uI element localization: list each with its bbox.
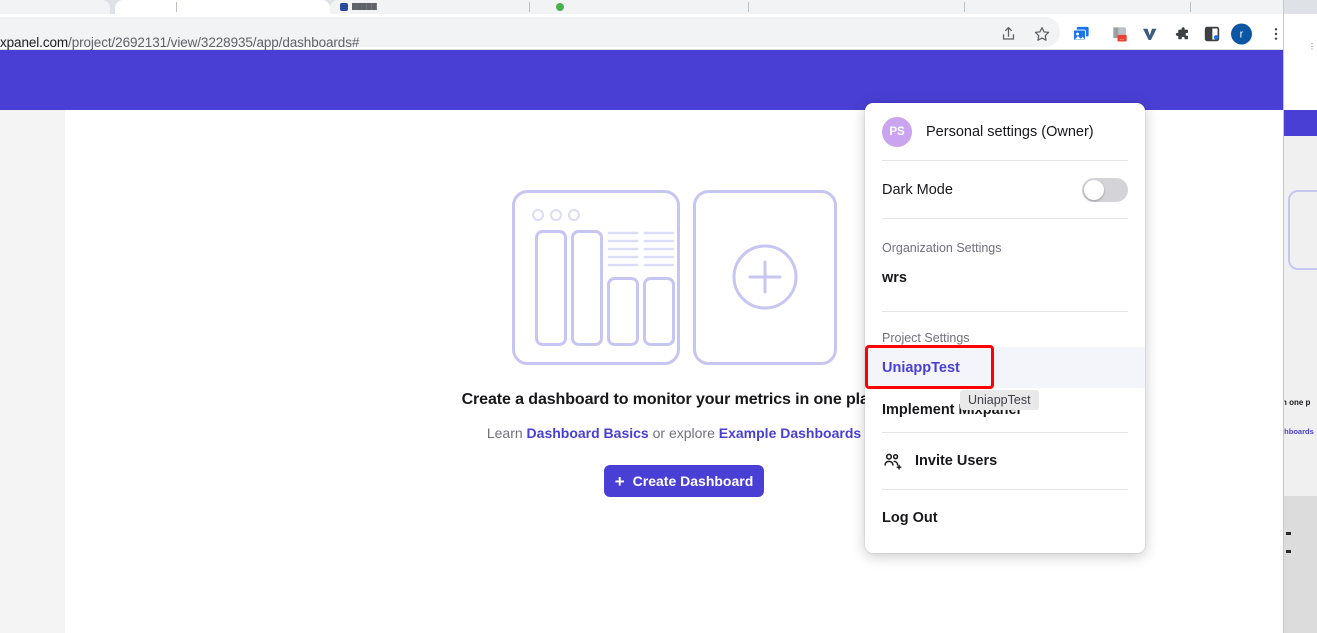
svg-text:...: ... bbox=[1120, 36, 1124, 42]
browser-tab-active[interactable] bbox=[115, 0, 330, 14]
vimeo-extension-icon[interactable] bbox=[1140, 25, 1158, 43]
secondary-window-title-fragment: n one p bbox=[1283, 398, 1311, 407]
app-header: Reports Users Events Open Reports & Dash… bbox=[0, 50, 1283, 150]
tab-favicon bbox=[556, 3, 564, 11]
tab-separator bbox=[964, 2, 965, 12]
tab-title: █████ bbox=[352, 3, 377, 10]
dark-mode-toggle[interactable] bbox=[1082, 177, 1128, 202]
link-example-dashboards[interactable]: Example Dashboards bbox=[719, 425, 861, 441]
invite-users-label: Invite Users bbox=[915, 453, 998, 469]
secondary-window-app-header bbox=[1284, 110, 1317, 136]
secondary-window-partial: ⋮ n one p shboards bbox=[1283, 0, 1317, 633]
browser-toolbar: xpanel.com/project/2692131/view/3228935/… bbox=[0, 14, 1317, 50]
subtitle-middle: or explore bbox=[648, 425, 719, 441]
menu-item-log-out[interactable]: Log Out bbox=[865, 490, 1145, 546]
create-dashboard-button[interactable]: + Create Dashboard bbox=[604, 465, 764, 497]
dark-mode-label: Dark Mode bbox=[882, 181, 953, 198]
secondary-window-illustration bbox=[1288, 190, 1317, 270]
avatar: PS bbox=[882, 116, 912, 147]
extensions-puzzle-icon[interactable] bbox=[1173, 25, 1191, 43]
image-capture-extension-icon[interactable] bbox=[1072, 25, 1091, 44]
browser-tab-strip: █████ bbox=[0, 0, 1317, 14]
personal-settings-label: Personal settings (Owner) bbox=[926, 123, 1094, 140]
tab-separator bbox=[529, 2, 530, 12]
menu-item-org-wrs[interactable]: wrs bbox=[865, 257, 1145, 299]
menu-item-project-uniapptest[interactable]: UniappTest bbox=[865, 347, 1145, 388]
secondary-window-tabstrip bbox=[1284, 0, 1317, 14]
project-settings-label: Project Settings bbox=[882, 331, 970, 345]
chrome-menu-kebab-icon[interactable] bbox=[1268, 26, 1284, 42]
toggle-knob bbox=[1084, 179, 1104, 200]
profile-avatar-letter: r bbox=[1231, 23, 1252, 45]
menu-item-invite-users[interactable]: Invite Users bbox=[865, 433, 1145, 489]
secondary-window-mark bbox=[1286, 550, 1291, 553]
browser-tab[interactable] bbox=[0, 0, 110, 14]
organization-settings-label: Organization Settings bbox=[882, 241, 1002, 255]
share-icon[interactable] bbox=[1000, 26, 1017, 43]
project-uniapptest-label: UniappTest bbox=[882, 359, 960, 376]
secondary-window-toolbar: ⋮ bbox=[1284, 14, 1317, 51]
left-sidebar-rail bbox=[0, 110, 65, 633]
empty-state-illustration bbox=[512, 190, 837, 370]
link-dashboard-basics[interactable]: Dashboard Basics bbox=[527, 425, 649, 441]
menu-item-personal-settings[interactable]: PS Personal settings (Owner) bbox=[865, 103, 1145, 160]
secondary-window-menu-icon: ⋮ bbox=[1308, 42, 1316, 51]
profile-avatar-icon[interactable]: r bbox=[1231, 23, 1252, 45]
secondary-window-lower bbox=[1284, 496, 1317, 633]
tab-separator bbox=[748, 2, 749, 12]
tooltip: UniappTest bbox=[960, 390, 1039, 410]
invite-users-icon bbox=[882, 451, 903, 472]
tab-separator bbox=[1190, 2, 1191, 12]
bookmark-star-icon[interactable] bbox=[1033, 25, 1051, 43]
split-view-extension-icon[interactable] bbox=[1203, 25, 1221, 43]
secondary-window-mark bbox=[1286, 532, 1291, 535]
create-dashboard-label: Create Dashboard bbox=[632, 473, 754, 489]
url-host: xpanel.com bbox=[0, 35, 69, 50]
tab-separator bbox=[176, 2, 177, 12]
subtitle-prefix: Learn bbox=[486, 425, 527, 441]
url-path: /project/2692131/view/3228935/app/dashbo… bbox=[68, 35, 360, 50]
tab-favicon bbox=[340, 3, 348, 11]
plus-icon: + bbox=[614, 471, 625, 491]
settings-dropdown-menu: PS Personal settings (Owner) Dark Mode O… bbox=[865, 103, 1145, 553]
screen-recorder-extension-icon[interactable]: ... bbox=[1110, 24, 1130, 44]
menu-item-dark-mode[interactable]: Dark Mode bbox=[865, 161, 1145, 218]
url-text: xpanel.com/project/2692131/view/3228935/… bbox=[0, 35, 359, 50]
secondary-window-link-fragment: shboards bbox=[1283, 427, 1314, 436]
